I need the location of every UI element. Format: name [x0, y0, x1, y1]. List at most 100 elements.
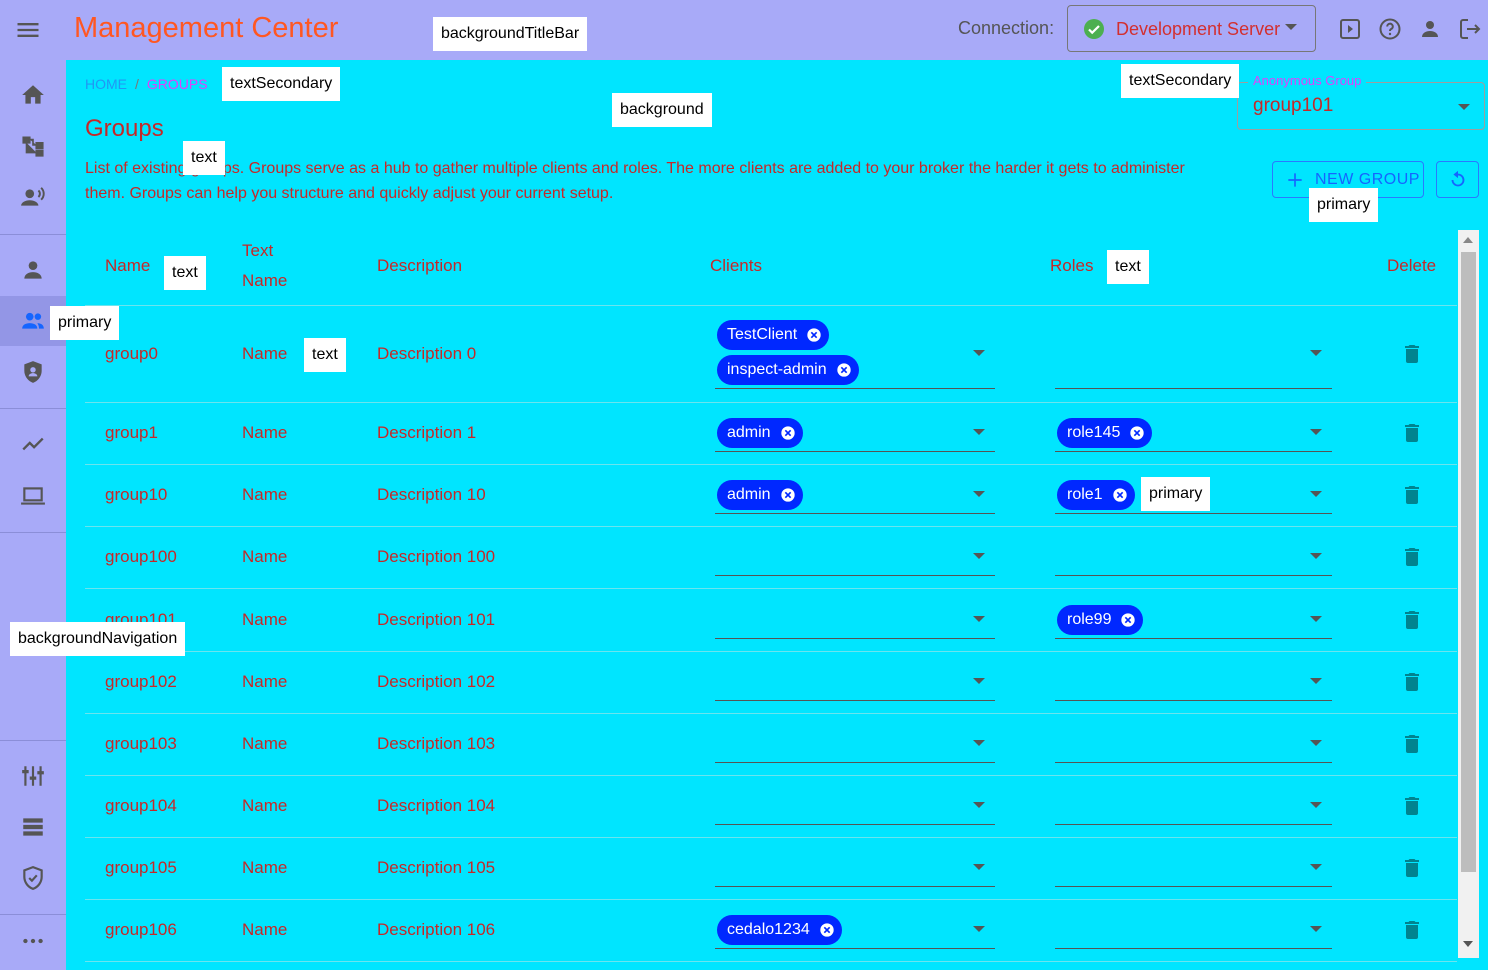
refresh-button[interactable] [1436, 161, 1479, 198]
connection-value: Development Server [1116, 19, 1281, 39]
table-row[interactable]: group104 Name Description 104 [85, 776, 1457, 838]
label-text-secondary: textSecondary [1121, 64, 1240, 98]
table-row[interactable]: group100 Name Description 100 [85, 527, 1457, 589]
group-name-cell: group1 [105, 423, 158, 442]
client-chip[interactable]: TestClient [717, 320, 830, 350]
cancel-circle-icon[interactable] [836, 362, 852, 378]
chevron-down-icon [973, 429, 985, 435]
table-row[interactable]: group101 Name Description 101 role99 [85, 589, 1457, 652]
help-icon[interactable] [1378, 17, 1402, 41]
delete-icon[interactable] [1400, 918, 1424, 942]
nav-streams[interactable] [0, 172, 66, 222]
nav-system[interactable] [0, 471, 66, 521]
client-chip[interactable]: admin [717, 418, 803, 448]
connection-select[interactable]: Development Server [1067, 5, 1316, 52]
header-name[interactable]: Name [105, 251, 150, 281]
roles-select-underline [1055, 388, 1332, 389]
clients-select-underline [715, 388, 995, 389]
nav-home[interactable] [0, 70, 66, 120]
table-row[interactable]: group103 Name Description 103 [85, 714, 1457, 776]
table-row[interactable]: group102 Name Description 102 [85, 652, 1457, 714]
logout-icon[interactable] [1458, 17, 1482, 41]
delete-icon[interactable] [1400, 545, 1424, 569]
role-chip[interactable]: role145 [1057, 418, 1153, 448]
table-row[interactable]: group106 Name Description 106 cedalo1234 [85, 900, 1457, 962]
group-name-cell: group106 [105, 920, 177, 939]
cancel-circle-icon[interactable] [780, 425, 796, 441]
nav-topic-tree[interactable] [0, 121, 66, 171]
cancel-circle-icon[interactable] [819, 922, 835, 938]
client-chip[interactable]: admin [717, 480, 803, 510]
delete-icon[interactable] [1400, 608, 1424, 632]
tour-icon[interactable] [1338, 17, 1362, 41]
nav-settings[interactable] [0, 751, 66, 801]
group-name-cell: group105 [105, 858, 177, 877]
refresh-icon [1451, 170, 1464, 186]
clients-select-underline [715, 513, 995, 514]
shield-icon [24, 361, 42, 383]
nav-clients[interactable] [0, 245, 66, 295]
header-delete: Delete [1387, 256, 1437, 275]
nav-security[interactable] [0, 853, 66, 903]
cancel-circle-icon[interactable] [780, 487, 796, 503]
description-cell: Description 1 [377, 423, 477, 442]
delete-icon[interactable] [1400, 732, 1424, 756]
delete-icon[interactable] [1400, 483, 1424, 507]
text-name-cell: Name [242, 547, 288, 566]
client-chip[interactable]: cedalo1234 [717, 915, 842, 945]
text-name-cell: Name [242, 485, 288, 504]
chevron-down-icon [973, 615, 985, 622]
anonymous-group-select[interactable]: group101 [1237, 82, 1485, 130]
delete-icon[interactable] [1400, 421, 1424, 445]
chart-icon [22, 437, 44, 451]
label-text: text [183, 141, 225, 175]
text-name-cell: Name [242, 609, 288, 629]
breadcrumb-separator: / [135, 76, 139, 92]
table-row[interactable]: group10 Name Description 10 admin role1 [85, 465, 1457, 527]
group-name-cell: group10 [105, 485, 168, 504]
delete-icon[interactable] [1400, 342, 1424, 366]
delete-icon[interactable] [1400, 856, 1424, 880]
menu-icon[interactable] [14, 16, 42, 44]
table-row[interactable]: group0 Name Description 0 TestClient inspect… [85, 306, 1457, 403]
scroll-up-arrow[interactable] [1463, 237, 1473, 243]
cancel-circle-icon[interactable] [1129, 425, 1145, 441]
page-description: List of existing groups. Groups serve as… [85, 160, 1185, 202]
chevron-down-icon [973, 926, 985, 932]
nav-inspect[interactable] [0, 419, 66, 469]
chevron-down-icon [1310, 429, 1322, 435]
connection-label: Connection: [958, 18, 1055, 38]
nav-list[interactable] [0, 802, 66, 852]
delete-icon[interactable] [1400, 794, 1424, 818]
scroll-down-arrow[interactable] [1463, 941, 1473, 947]
cancel-circle-icon[interactable] [1120, 612, 1136, 628]
role-chip[interactable]: role99 [1057, 604, 1144, 635]
nav-roles[interactable] [0, 347, 66, 397]
scrollbar-thumb[interactable] [1461, 252, 1476, 872]
chevron-down-icon [1310, 740, 1322, 746]
text-name-cell: Name [242, 423, 288, 442]
clients-select-underline [715, 824, 995, 825]
groups-icon [22, 312, 44, 329]
client-chip-label: admin [727, 486, 771, 503]
nav-divider [0, 234, 66, 235]
account-icon[interactable] [1418, 17, 1442, 41]
more-icon [23, 938, 43, 944]
text-name-cell: Name [242, 672, 288, 691]
table-row[interactable]: group105 Name Description 105 [85, 838, 1457, 900]
text-name-cell: Name [242, 343, 288, 363]
role-chip[interactable]: role1 [1057, 480, 1135, 510]
delete-icon[interactable] [1400, 670, 1424, 694]
description-cell: Description 102 [377, 672, 496, 691]
cancel-circle-icon[interactable] [806, 327, 822, 343]
group-name-cell: group100 [105, 547, 177, 566]
chevron-down-icon [1310, 349, 1322, 356]
client-chip[interactable]: inspect-admin [717, 355, 859, 385]
client-chip-label: cedalo1234 [727, 921, 810, 938]
table-row[interactable]: group1 Name Description 1 admin role145 [85, 403, 1457, 465]
cancel-circle-icon[interactable] [1112, 487, 1128, 503]
clients-select-underline [715, 451, 995, 452]
chevron-down-icon [1310, 491, 1322, 497]
breadcrumb-home[interactable]: Home [85, 76, 127, 92]
nav-more[interactable] [0, 916, 66, 966]
